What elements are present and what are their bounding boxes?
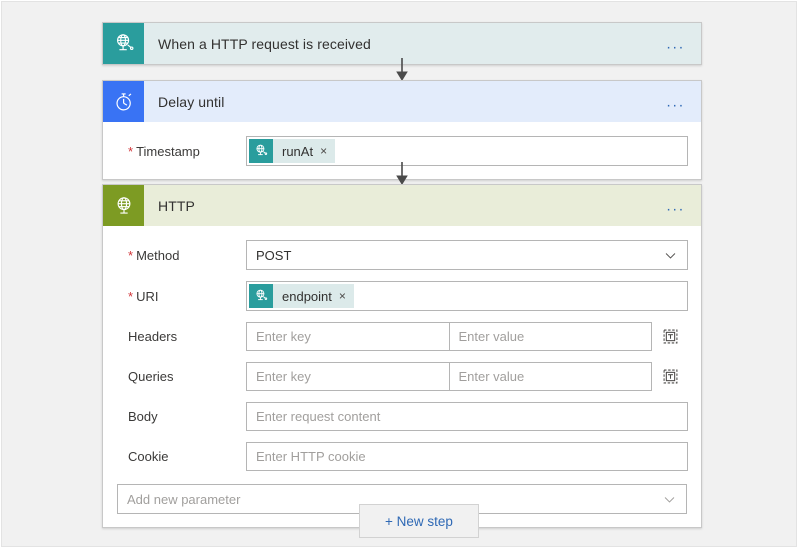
headers-key-placeholder: Enter key xyxy=(256,329,311,344)
queries-key-input[interactable]: Enter key xyxy=(246,362,450,391)
new-step-button[interactable]: + New step xyxy=(359,504,479,538)
headers-keyvalue-control: Enter key Enter value xyxy=(246,322,688,351)
token-remove-icon[interactable]: × xyxy=(320,139,335,163)
cookie-input[interactable]: Enter HTTP cookie xyxy=(246,442,688,471)
card-http-action[interactable]: HTTP ... *Method POST xyxy=(102,184,702,528)
uri-input[interactable]: endpoint × xyxy=(246,281,688,311)
cookie-placeholder: Enter HTTP cookie xyxy=(256,449,366,464)
field-row-uri: *URI xyxy=(116,281,688,311)
body-placeholder: Enter request content xyxy=(256,409,380,424)
field-row-headers: Headers Enter key Enter value xyxy=(116,322,688,351)
token-label: endpoint xyxy=(273,284,339,308)
globe-icon xyxy=(103,185,144,226)
headers-value-placeholder: Enter value xyxy=(459,329,525,344)
queries-keyvalue-control: Enter key Enter value xyxy=(246,362,688,391)
method-label: *Method xyxy=(116,248,246,263)
switch-to-text-mode-icon[interactable] xyxy=(652,328,688,345)
designer-canvas: When a HTTP request is received ... xyxy=(1,1,797,547)
headers-value-input[interactable]: Enter value xyxy=(449,322,653,351)
token-label: runAt xyxy=(273,139,320,163)
uri-label: *URI xyxy=(116,289,246,304)
timestamp-label: *Timestamp xyxy=(116,144,246,159)
timestamp-control: runAt × xyxy=(246,136,688,166)
required-indicator: * xyxy=(128,144,133,159)
field-row-queries: Queries Enter key Enter value xyxy=(116,362,688,391)
token-chip-runat[interactable]: runAt × xyxy=(249,139,335,163)
delay-card-menu-button[interactable]: ... xyxy=(662,92,689,111)
field-row-cookie: Cookie Enter HTTP cookie xyxy=(116,442,688,471)
required-indicator: * xyxy=(128,248,133,263)
headers-key-input[interactable]: Enter key xyxy=(246,322,450,351)
arrow-down-icon xyxy=(392,162,412,186)
delay-card-title: Delay until xyxy=(158,94,224,110)
trigger-card-title: When a HTTP request is received xyxy=(158,36,371,52)
globe-network-icon xyxy=(103,23,144,64)
chevron-down-icon xyxy=(663,493,676,506)
http-card-title: HTTP xyxy=(158,198,195,214)
token-remove-icon[interactable]: × xyxy=(339,284,354,308)
switch-to-text-mode-icon[interactable] xyxy=(652,368,688,385)
chevron-down-icon xyxy=(664,249,677,262)
field-row-body: Body Enter request content xyxy=(116,402,688,431)
cookie-label: Cookie xyxy=(116,449,246,464)
http-card-header[interactable]: HTTP ... xyxy=(103,185,701,226)
stopwatch-icon xyxy=(103,81,144,122)
queries-value-placeholder: Enter value xyxy=(459,369,525,384)
globe-network-icon xyxy=(249,139,273,163)
queries-label: Queries xyxy=(116,369,246,384)
timestamp-input[interactable]: runAt × xyxy=(246,136,688,166)
method-select[interactable]: POST xyxy=(246,240,688,270)
queries-value-input[interactable]: Enter value xyxy=(449,362,653,391)
body-label: Body xyxy=(116,409,246,424)
uri-control: endpoint × xyxy=(246,281,688,311)
http-card-body: *Method POST *URI xyxy=(103,226,701,527)
method-value: POST xyxy=(256,248,291,263)
delay-card-header[interactable]: Delay until ... xyxy=(103,81,701,122)
method-control: POST xyxy=(246,240,688,270)
add-new-parameter-label: Add new parameter xyxy=(127,492,240,507)
cookie-control: Enter HTTP cookie xyxy=(246,442,688,471)
body-control: Enter request content xyxy=(246,402,688,431)
body-input[interactable]: Enter request content xyxy=(246,402,688,431)
headers-label: Headers xyxy=(116,329,246,344)
http-card-menu-button[interactable]: ... xyxy=(662,196,689,215)
trigger-card-menu-button[interactable]: ... xyxy=(662,34,689,53)
field-row-method: *Method POST xyxy=(116,240,688,270)
token-chip-endpoint[interactable]: endpoint × xyxy=(249,284,354,308)
queries-key-placeholder: Enter key xyxy=(256,369,311,384)
globe-network-icon xyxy=(249,284,273,308)
required-indicator: * xyxy=(128,289,133,304)
arrow-down-icon xyxy=(392,58,412,82)
